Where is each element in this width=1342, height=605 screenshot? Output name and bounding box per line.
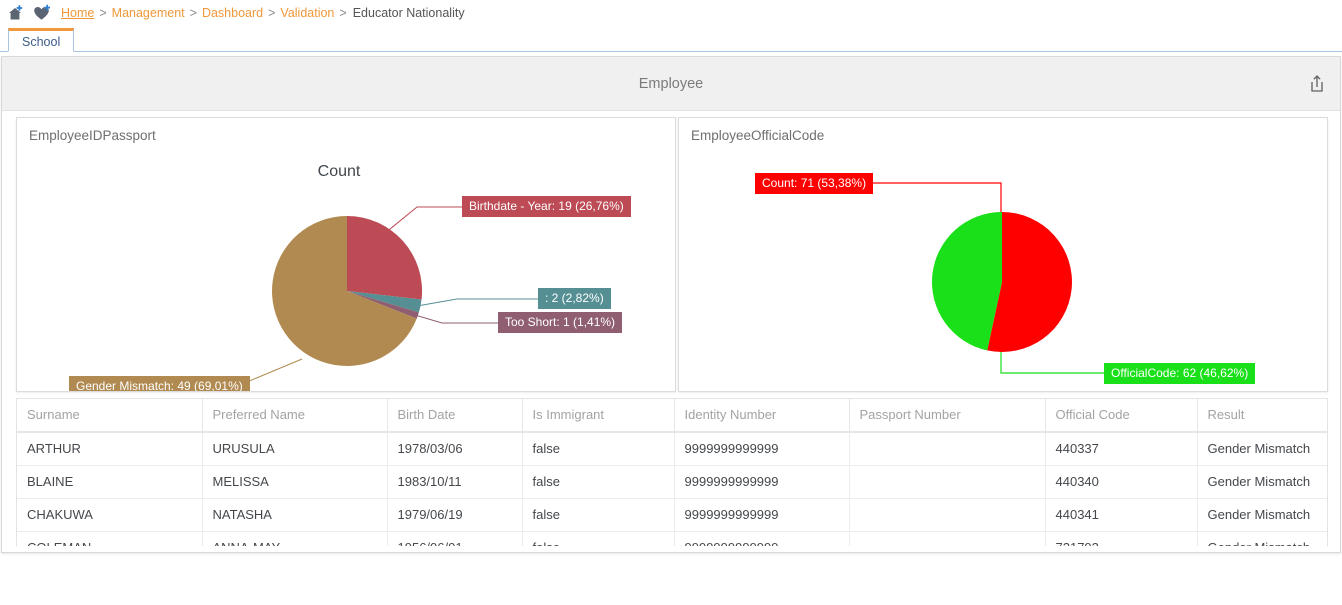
cell-preferred-name: URUSULA — [202, 432, 388, 466]
page-content: Employee EmployeeIDPassport Count Birthd… — [0, 53, 1342, 558]
breadcrumb-separator: > — [268, 6, 276, 20]
table-row[interactable]: BLAINE MELISSA 1983/10/11 false 99999999… — [17, 465, 1327, 499]
cell-passport-number — [849, 432, 1046, 466]
cell-surname: COLEMAN — [17, 531, 203, 546]
column-header-birth-date[interactable]: Birth Date — [387, 399, 523, 433]
cell-is-immigrant: false — [522, 531, 675, 546]
breadcrumb-item-management[interactable]: Management — [112, 6, 185, 20]
cell-official-code: 721792 — [1045, 531, 1198, 546]
cell-preferred-name: ANNA-MAY — [202, 531, 388, 546]
pie-chart-employee-official-code: Count: 71 (53,38%) OfficialCode: 62 (46,… — [679, 143, 1327, 384]
cell-identity-number: 9999999999999 — [674, 498, 850, 532]
card-title: EmployeeOfficialCode — [691, 128, 825, 143]
tab-strip: School — [0, 26, 1342, 52]
column-header-identity-number[interactable]: Identity Number — [674, 399, 850, 433]
panel-title: Employee — [638, 75, 704, 92]
card-employee-id-passport: EmployeeIDPassport Count Birthdate - Yea… — [16, 117, 676, 392]
cell-identity-number: 9999999999999 — [674, 432, 850, 466]
card-employee-official-code: EmployeeOfficialCode Count: 71 (53,38%) … — [678, 117, 1328, 392]
column-header-result[interactable]: Result — [1197, 399, 1327, 433]
breadcrumb-item-dashboard[interactable]: Dashboard — [202, 6, 263, 20]
cell-passport-number — [849, 465, 1046, 499]
chart-cards: EmployeeIDPassport Count Birthdate - Yea… — [2, 111, 1340, 392]
column-header-passport-number[interactable]: Passport Number — [849, 399, 1046, 433]
pie-data-label: Too Short: 1 (1,41%) — [498, 312, 623, 333]
table-header-row: Surname Preferred Name Birth Date Is Imm… — [17, 399, 1327, 433]
table-row[interactable]: COLEMAN ANNA-MAY 1956/06/01 false 999999… — [17, 531, 1327, 546]
pie-data-label: Gender Mismatch: 49 (69,01%) — [69, 376, 250, 391]
cell-result: Gender Mismatch — [1197, 432, 1327, 466]
column-header-preferred-name[interactable]: Preferred Name — [202, 399, 388, 433]
export-share-icon[interactable] — [1306, 73, 1328, 95]
cell-official-code: 440341 — [1045, 498, 1198, 532]
cell-birth-date: 1983/10/11 — [387, 465, 523, 499]
cell-birth-date: 1978/03/06 — [387, 432, 523, 466]
breadcrumb-separator: > — [99, 6, 107, 20]
cell-is-immigrant: false — [522, 498, 675, 532]
cell-is-immigrant: false — [522, 432, 675, 466]
breadcrumb-separator: > — [339, 6, 347, 20]
cell-result: Gender Mismatch — [1197, 498, 1327, 532]
cell-preferred-name: MELISSA — [202, 465, 388, 499]
breadcrumb: Home > Management > Dashboard > Validati… — [0, 0, 1342, 26]
cell-birth-date: 1956/06/01 — [387, 531, 523, 546]
employee-panel-header: Employee — [2, 57, 1340, 111]
pie-graphic[interactable] — [931, 211, 1073, 353]
cell-identity-number: 9999999999999 — [674, 531, 850, 546]
card-title: EmployeeIDPassport — [29, 128, 156, 143]
column-header-surname[interactable]: Surname — [17, 399, 203, 433]
cell-result: Gender Mismatch — [1197, 465, 1327, 499]
cell-is-immigrant: false — [522, 465, 675, 499]
employee-data-table[interactable]: Surname Preferred Name Birth Date Is Imm… — [16, 398, 1328, 546]
breadcrumb-separator: > — [189, 6, 197, 20]
cell-birth-date: 1979/06/19 — [387, 498, 523, 532]
application-root: Home > Management > Dashboard > Validati… — [0, 0, 1342, 605]
table-row[interactable]: CHAKUWA NATASHA 1979/06/19 false 9999999… — [17, 498, 1327, 532]
pie-data-label: : 2 (2,82%) — [538, 288, 611, 309]
breadcrumb-item-home[interactable]: Home — [61, 6, 94, 20]
cell-result: Gender Mismatch — [1197, 531, 1327, 546]
heart-plus-icon[interactable] — [32, 4, 54, 22]
cell-official-code: 440340 — [1045, 465, 1198, 499]
table-row[interactable]: ARTHUR URUSULA 1978/03/06 false 99999999… — [17, 432, 1327, 466]
pie-data-label: OfficialCode: 62 (46,62%) — [1104, 363, 1256, 384]
column-header-is-immigrant[interactable]: Is Immigrant — [522, 399, 675, 433]
tab-school[interactable]: School — [8, 28, 75, 52]
pie-chart-employee-id-passport: Count Birthdate - Year: 19 (26,76%): 2 … — [17, 143, 675, 391]
pie-graphic[interactable] — [267, 211, 427, 371]
column-header-official-code[interactable]: Official Code — [1045, 399, 1198, 433]
cell-identity-number: 9999999999999 — [674, 465, 850, 499]
pie-data-label: Birthdate - Year: 19 (26,76%) — [462, 196, 631, 217]
cell-passport-number — [849, 498, 1046, 532]
cell-preferred-name: NATASHA — [202, 498, 388, 532]
breadcrumb-item-current: Educator Nationality — [352, 6, 465, 20]
pie-data-label: Count: 71 (53,38%) — [755, 173, 874, 194]
employee-panel: Employee EmployeeIDPassport Count Birthd… — [1, 56, 1341, 553]
cell-surname: BLAINE — [17, 465, 203, 499]
cell-official-code: 440337 — [1045, 432, 1198, 466]
breadcrumb-item-validation[interactable]: Validation — [280, 6, 334, 20]
home-plus-icon[interactable] — [6, 4, 26, 22]
cell-passport-number — [849, 531, 1046, 546]
cell-surname: ARTHUR — [17, 432, 203, 466]
cell-surname: CHAKUWA — [17, 498, 203, 532]
